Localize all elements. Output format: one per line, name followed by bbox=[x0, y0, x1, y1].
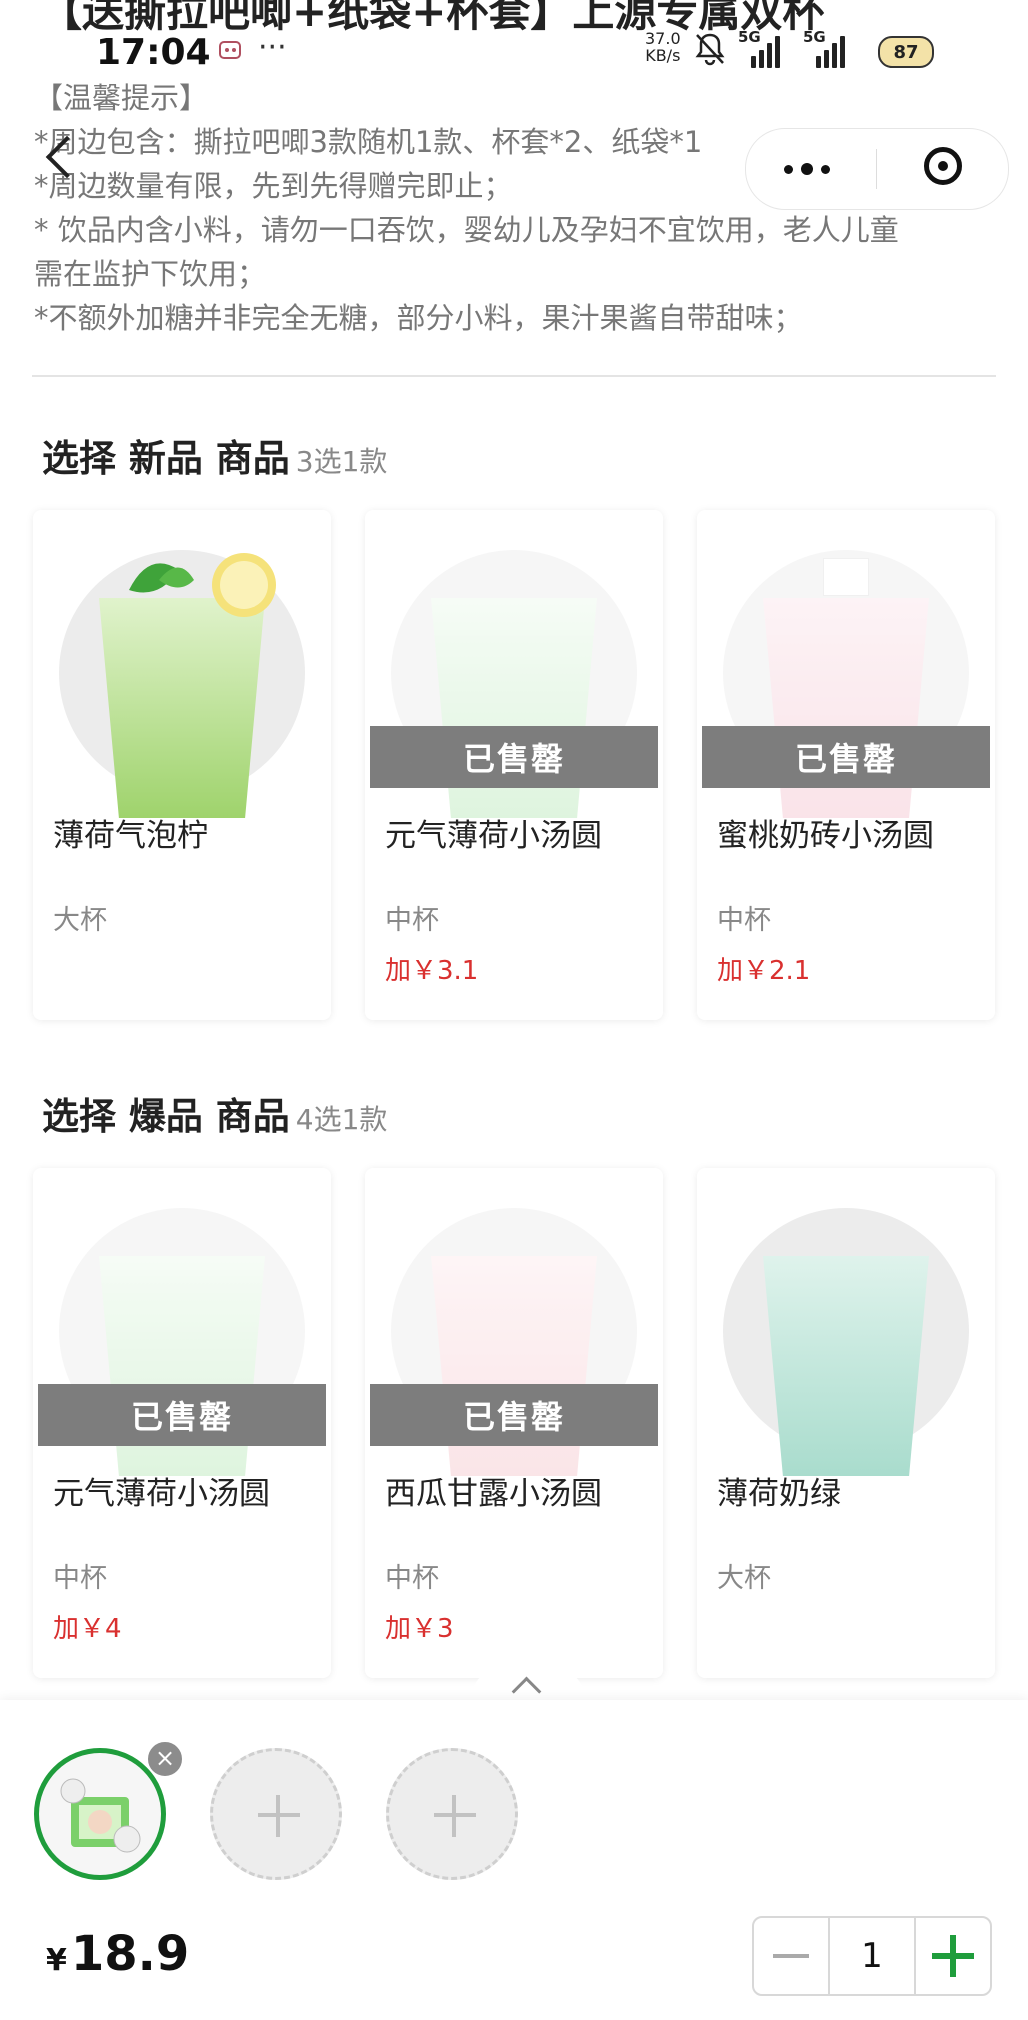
signal-label-2: 5G bbox=[803, 28, 826, 46]
section-title-new: 选择 新品 商品 3选1款 bbox=[42, 428, 387, 482]
notification-icon bbox=[218, 38, 244, 69]
empty-slot[interactable] bbox=[210, 1748, 342, 1880]
product-name: 西瓜甘露小汤圆 bbox=[385, 1476, 602, 1512]
signal-icon-1: 5G bbox=[738, 28, 780, 68]
product-size: 中杯 bbox=[717, 905, 771, 936]
product-extra-price: 加￥3.1 bbox=[385, 956, 479, 986]
section-title-hot: 选择 爆品 商品 4选1款 bbox=[42, 1086, 387, 1140]
lemon-slice-icon bbox=[212, 553, 276, 617]
product-image bbox=[723, 1208, 969, 1476]
notice-line: 需在监护下饮用； bbox=[34, 257, 267, 291]
capsule-divider bbox=[876, 149, 877, 189]
close-target-icon[interactable] bbox=[924, 147, 962, 185]
remove-item-button[interactable]: × bbox=[146, 1740, 184, 1778]
product-card[interactable]: 已售罄 蜜桃奶砖小汤圆 中杯 加￥2.1 bbox=[697, 510, 995, 1020]
sold-out-badge: 已售罄 bbox=[370, 726, 658, 788]
plus-icon-vertical bbox=[950, 1935, 956, 1977]
currency-symbol: ¥ bbox=[46, 1943, 67, 1978]
product-size: 中杯 bbox=[385, 905, 439, 936]
product-name: 元气薄荷小汤圆 bbox=[53, 1476, 270, 1512]
more-icon[interactable] bbox=[784, 163, 830, 175]
product-size: 中杯 bbox=[385, 1563, 439, 1594]
milk-brick-icon bbox=[823, 558, 869, 596]
product-name: 薄荷气泡柠 bbox=[53, 818, 208, 854]
product-card[interactable]: 已售罄 元气薄荷小汤圆 中杯 加￥3.1 bbox=[365, 510, 663, 1020]
mint-leaf-icon bbox=[129, 563, 194, 593]
decrease-button[interactable] bbox=[754, 1918, 828, 1994]
notice-title: 【温馨提示】 bbox=[34, 81, 209, 115]
quantity-value[interactable]: 1 bbox=[828, 1918, 916, 1994]
minus-icon bbox=[773, 1954, 809, 1958]
sold-out-badge: 已售罄 bbox=[370, 1384, 658, 1446]
product-size: 中杯 bbox=[53, 1563, 107, 1594]
section-hot-subtitle: 4选1款 bbox=[295, 1103, 388, 1136]
plus-icon-vertical bbox=[452, 1795, 456, 1837]
empty-slot[interactable] bbox=[386, 1748, 518, 1880]
mini-program-capsule bbox=[745, 128, 1009, 210]
product-size: 大杯 bbox=[53, 905, 107, 936]
net-speed-unit: KB/s bbox=[645, 46, 681, 65]
notice-line: *不额外加糖并非完全无糖，部分小料，果汁果酱自带甜味； bbox=[34, 301, 803, 335]
increase-button[interactable] bbox=[916, 1918, 990, 1994]
product-name: 薄荷奶绿 bbox=[717, 1476, 841, 1512]
product-card[interactable]: 已售罄 西瓜甘露小汤圆 中杯 加￥3 bbox=[365, 1168, 663, 1678]
net-speed-value: 37.0 bbox=[645, 29, 681, 48]
status-time: 17:04 bbox=[96, 32, 211, 73]
quantity-stepper: 1 bbox=[752, 1916, 992, 1996]
net-speed: 37.0 KB/s bbox=[645, 30, 681, 64]
product-card[interactable]: 薄荷气泡柠 大杯 bbox=[33, 510, 331, 1020]
price-value: 18.9 bbox=[70, 1926, 190, 1982]
product-extra-price: 加￥2.1 bbox=[717, 956, 811, 986]
product-name: 元气薄荷小汤圆 bbox=[385, 818, 602, 854]
product-name: 蜜桃奶砖小汤圆 bbox=[717, 818, 934, 854]
signal-label-1: 5G bbox=[738, 28, 761, 46]
product-card[interactable]: 已售罄 元气薄荷小汤圆 中杯 加￥4 bbox=[33, 1168, 331, 1678]
notice-line: * 饮品内含小料，请勿一口吞饮，婴幼儿及孕妇不宜饮用，老人儿童 bbox=[34, 213, 899, 247]
section-new-subtitle: 3选1款 bbox=[295, 445, 388, 478]
sold-out-badge: 已售罄 bbox=[702, 726, 990, 788]
selected-slot[interactable] bbox=[34, 1748, 166, 1880]
signal-icon-2: 5G bbox=[803, 28, 845, 68]
product-image bbox=[59, 550, 305, 818]
more-status-icon: ··· bbox=[258, 30, 287, 65]
battery-icon: 87 bbox=[878, 36, 934, 68]
product-size: 大杯 bbox=[717, 1563, 771, 1594]
section-hot-title-text: 选择 爆品 商品 bbox=[42, 1095, 290, 1138]
product-extra-price: 加￥4 bbox=[53, 1614, 122, 1644]
section-new-title-text: 选择 新品 商品 bbox=[42, 437, 290, 480]
product-extra-price: 加￥3 bbox=[385, 1614, 454, 1644]
sold-out-badge: 已售罄 bbox=[38, 1384, 326, 1446]
expand-tab[interactable] bbox=[470, 1665, 586, 1707]
product-card[interactable]: 薄荷奶绿 大杯 bbox=[697, 1168, 995, 1678]
divider bbox=[32, 375, 996, 377]
mute-icon bbox=[694, 32, 726, 70]
gift-bag-icon bbox=[60, 1778, 141, 1853]
total-price: ¥18.9 bbox=[46, 1926, 189, 1982]
plus-icon-vertical bbox=[276, 1795, 280, 1837]
